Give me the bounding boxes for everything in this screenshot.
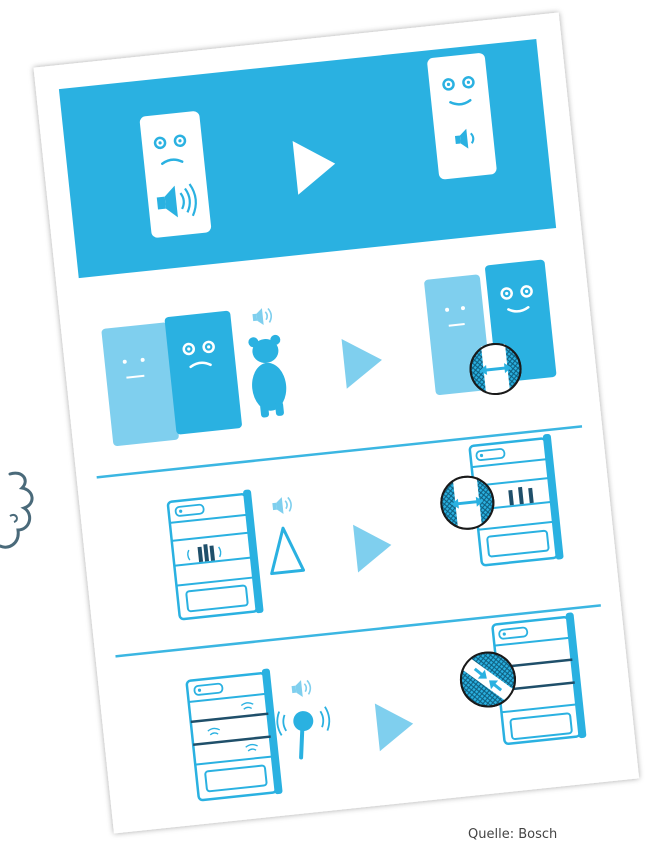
unhappy-fridge-icon [139,111,212,238]
page-stage [0,0,650,851]
ghost-mark [0,471,34,549]
fridge-with-bottles-icon [166,489,264,621]
two-units-touching-icon [101,310,242,447]
source-caption: Quelle: Bosch [468,827,558,842]
instruction-sheet [33,12,640,834]
fridge-vibrating-icon [185,668,283,802]
instruction-sheet-illustration [0,12,640,834]
